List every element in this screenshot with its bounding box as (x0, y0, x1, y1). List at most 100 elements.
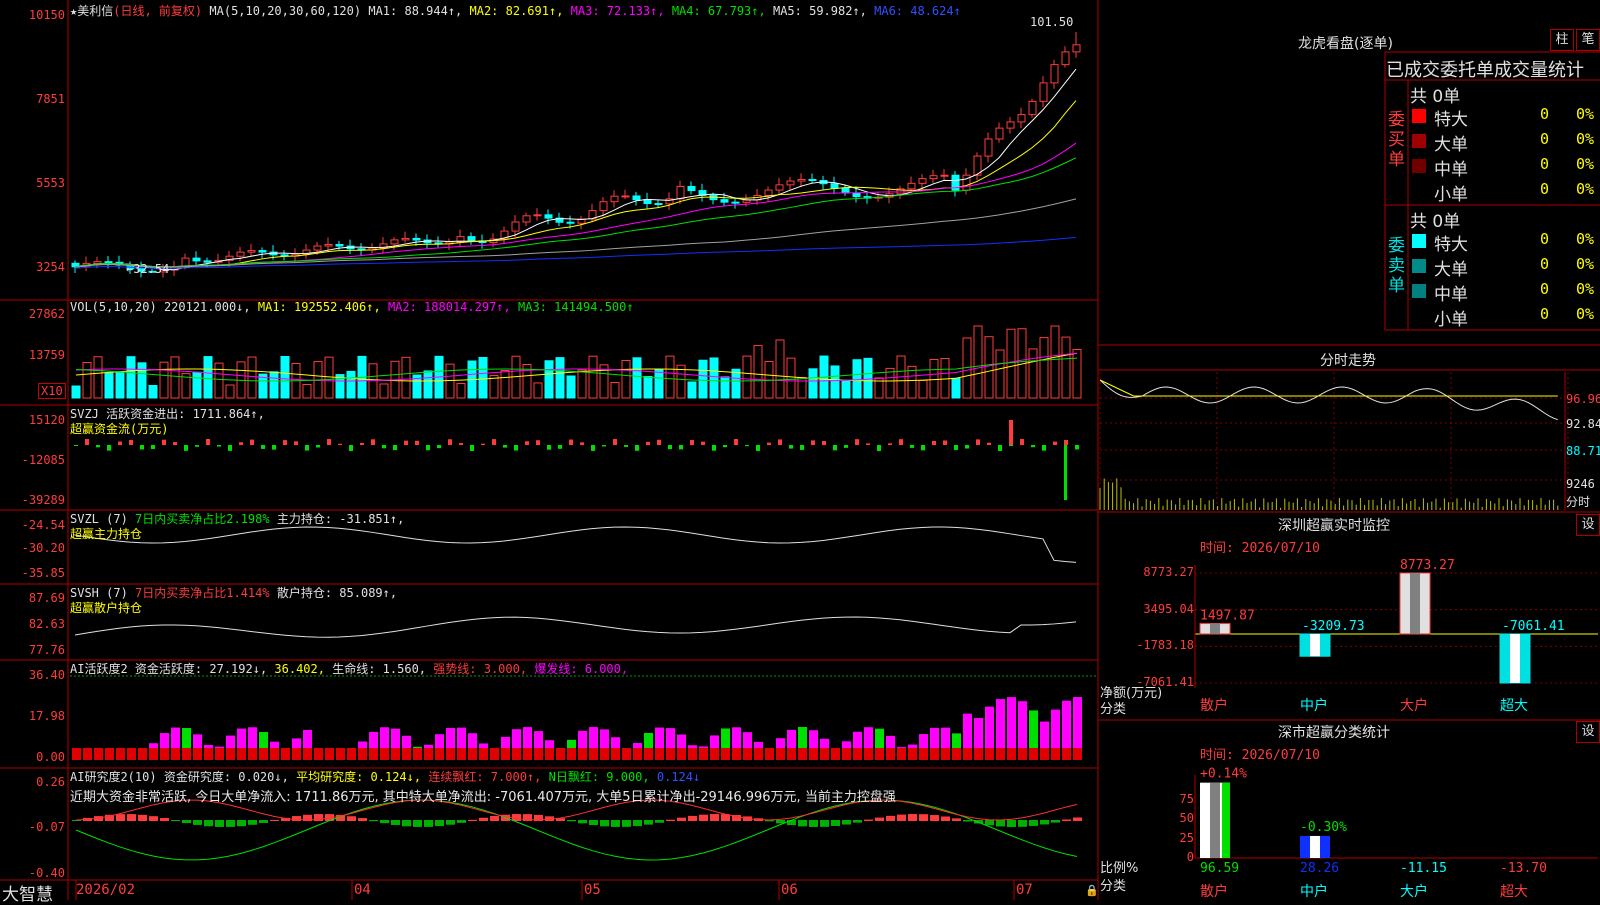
ai1-base (94, 748, 103, 760)
monitor-chart[interactable]: 1497.87 散户 -3209.73 中户 8773.27 大户 -7061.41 超大 (1194, 558, 1598, 714)
svzj-bar (635, 445, 639, 451)
ai1-base (479, 748, 488, 760)
ai2-bar (402, 820, 411, 827)
ai2-title[interactable]: AI研究度2(10) (70, 770, 157, 784)
monitor-settings-button[interactable]: 设 (1576, 514, 1600, 536)
intraday-chart[interactable] (1099, 379, 1559, 510)
volume-bar (632, 357, 642, 399)
vol-ma2: MA2: 188014.297↑, (387, 300, 511, 314)
ma-line-30 (74, 157, 1077, 268)
vol-unit-badge[interactable]: X10 (38, 383, 66, 399)
ma-line-120 (74, 236, 1077, 269)
candle-body (511, 221, 520, 232)
ai1-base (72, 748, 81, 760)
volume-bar (786, 357, 796, 399)
buy-row-label: 中单 (1434, 160, 1468, 180)
buy-side-label: 委买单 (1388, 110, 1405, 170)
ai1-base (589, 748, 598, 760)
ai1-base (1073, 748, 1082, 760)
fenshi-volume: 9246 (1566, 477, 1595, 491)
ma3-value: MA3: 72.133↑, (570, 4, 665, 18)
bar-mode-button[interactable]: 柱 (1550, 29, 1574, 51)
volume-bar (93, 356, 103, 399)
svzj-bar (954, 445, 958, 450)
ai1-title[interactable]: AI活跃度2 (70, 662, 128, 676)
svzj-title[interactable]: SVZJ (70, 407, 99, 421)
svzj-bar (250, 439, 254, 445)
classify-bar-highlight-0 (1210, 782, 1220, 858)
svzj-bar (415, 440, 419, 445)
classify-value-0: 96.59 (1200, 861, 1239, 876)
ai1-base (842, 748, 851, 760)
svzl-line-path (74, 526, 1077, 563)
ai2-bar (710, 814, 719, 821)
monitor-y-tick: 3495.04 (1143, 601, 1194, 616)
svzj-bar (217, 445, 221, 447)
intraday-avg-line (1099, 379, 1558, 397)
volume-bar (148, 384, 158, 399)
svzj-bar (492, 439, 496, 445)
ai1-base (171, 748, 180, 760)
volume-bar (709, 357, 719, 399)
svzj-bar (294, 441, 298, 445)
period-mode[interactable]: (日线, 前复权) (113, 4, 202, 18)
volume-bar (951, 377, 961, 399)
vol-title[interactable]: VOL(5,10,20) (70, 300, 157, 314)
candle-body (335, 244, 344, 247)
svzj-bar (921, 445, 925, 451)
volume-bar (82, 362, 92, 399)
buy-row-label: 特大 (1434, 110, 1468, 130)
ai1-base (193, 748, 202, 760)
classify-bar-edge-1 (1322, 835, 1330, 858)
ai1-header: AI活跃度2 资金活跃度: 27.192↓, 36.402, 生命线: 1.56… (70, 660, 628, 677)
brand-logo[interactable]: 大智慧 (2, 880, 53, 905)
lock-icon[interactable]: 🔒 (1085, 884, 1099, 897)
candle-body (621, 195, 630, 198)
monitor-category-0: 散户 (1200, 697, 1228, 714)
monitor-bar-highlight (1410, 573, 1420, 634)
sell-row-swatch (1412, 259, 1426, 273)
sell-row-percent: 0% (1576, 305, 1595, 323)
ai1-base (677, 748, 686, 760)
svzj-bar (1020, 439, 1024, 445)
stock-name[interactable]: 美利信 (77, 4, 113, 18)
svzj-bar (679, 445, 683, 450)
sell-row-label: 特大 (1434, 235, 1468, 255)
svzj-bar (910, 445, 914, 448)
moving-average-lines (74, 68, 1077, 271)
ai1-base (490, 748, 499, 760)
classify-chart[interactable]: +0.14% -0.30% 96.59 散户 28.26 中户 -11.15 大户 -13.70… (1194, 767, 1598, 900)
ai2-bar (391, 820, 400, 825)
ai2-bar (457, 820, 466, 823)
ai1-base (897, 748, 906, 760)
candle-body (247, 250, 256, 253)
candle-body (324, 244, 333, 247)
ai2-bar (1040, 820, 1049, 825)
ai2-bar (1007, 820, 1016, 827)
ai2-bar (171, 820, 180, 822)
svzj-bar (877, 445, 881, 451)
tick-mode-button[interactable]: 笔 (1576, 29, 1600, 51)
svzl-title[interactable]: SVZL (7) (70, 512, 128, 526)
svzj-subtitle: 超赢资金流(万元) (70, 422, 169, 436)
ai1-base (798, 748, 807, 760)
svsh-title[interactable]: SVSH (7) (70, 586, 128, 600)
ai1-base (743, 748, 752, 760)
volume-bar (192, 371, 202, 399)
ai2-ndays: N日飘红: 9.000, (548, 770, 650, 784)
y-tick-ai1-0: 36.40 (28, 668, 65, 682)
svzj-bar (1042, 445, 1046, 451)
ai1-activity: 资金活跃度: 27.192↓, (134, 662, 268, 676)
ai2-bar (644, 820, 653, 825)
ai2-bar (699, 814, 708, 821)
candlestick-series[interactable] (71, 32, 1081, 278)
volume-bars[interactable] (71, 325, 1082, 399)
classify-settings-button[interactable]: 设 (1576, 721, 1600, 743)
ai1-base (776, 748, 785, 760)
candle-body (258, 250, 267, 253)
ai2-average: 平均研究度: 0.124↓, (296, 770, 422, 784)
svzj-bar (107, 445, 111, 451)
candle-body (467, 236, 476, 242)
ai2-bar (611, 820, 620, 827)
svzj-bar (569, 439, 573, 445)
